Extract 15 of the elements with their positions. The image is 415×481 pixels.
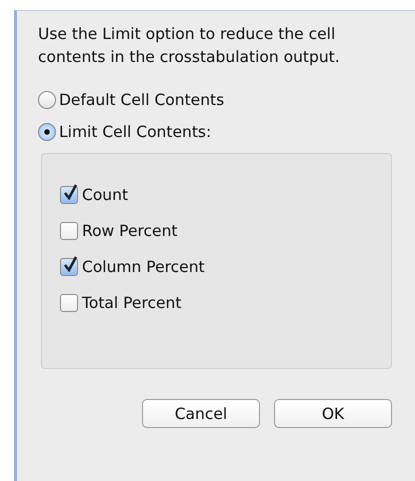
checkbox-label[interactable]: Column Percent [82,258,205,276]
radio-label[interactable]: Default Cell Contents [59,91,224,109]
checkbox-label[interactable]: Count [82,186,128,204]
checkbox-label[interactable]: Total Percent [82,294,182,312]
checkbox[interactable] [60,222,78,240]
instructions-text: Use the Limit option to reduce the cell contents in the crosstabulation output. [38,24,341,68]
checkbox[interactable] [60,294,78,312]
radio-button[interactable] [38,91,56,109]
checkbox-label[interactable]: Row Percent [82,222,178,240]
radio-button[interactable] [38,123,56,141]
cancel-button[interactable]: Cancel [142,399,260,428]
ok-button[interactable]: OK [274,399,392,428]
radio-label[interactable]: Limit Cell Contents: [59,123,212,141]
checkbox[interactable] [60,258,78,276]
checkbox[interactable] [60,186,78,204]
